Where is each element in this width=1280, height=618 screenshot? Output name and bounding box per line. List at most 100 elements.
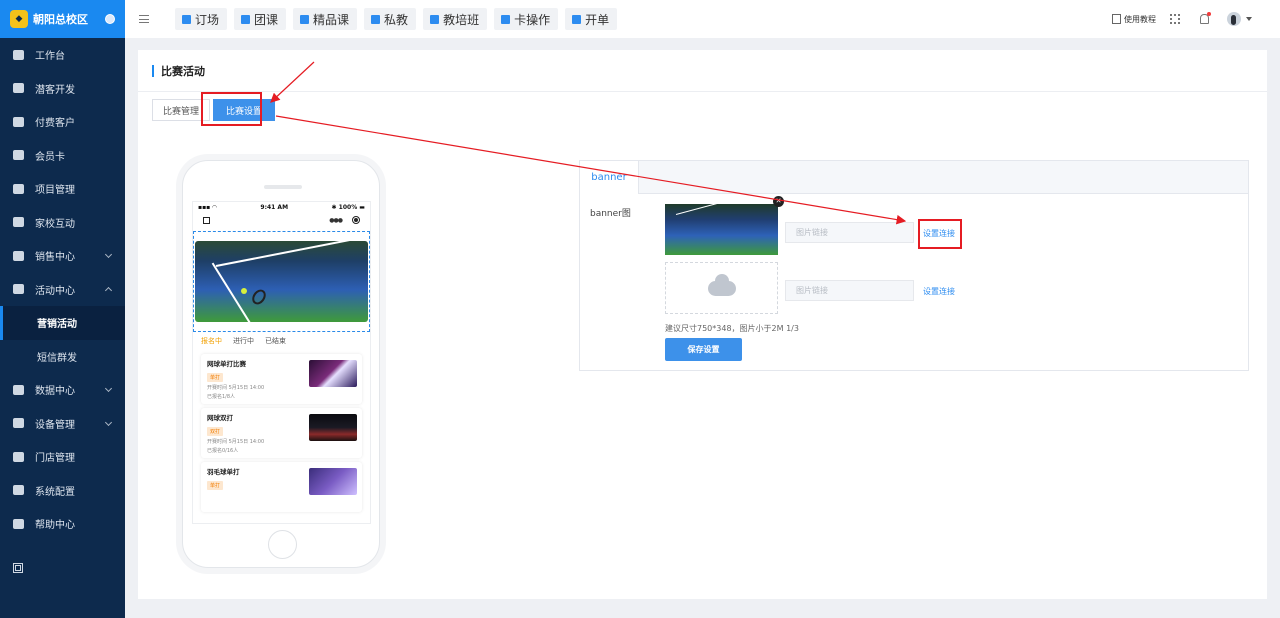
- chevron-down-icon: [104, 250, 113, 259]
- brand-header[interactable]: ◆ 朝阳总校区: [0, 0, 125, 38]
- id-card-icon: [13, 83, 24, 94]
- panel-header: 比赛活动: [138, 50, 1267, 92]
- quick-tab-label: 精品课: [313, 12, 350, 27]
- form-tabs: banner: [580, 161, 1248, 194]
- top-right-tools: 使用教程: [1112, 0, 1280, 38]
- title-accent-bar: [152, 64, 154, 77]
- home-icon[interactable]: [203, 216, 210, 224]
- top-bar: 订场 团课 精品课 私教 教培班 卡操作 开单 使用教程: [125, 0, 1280, 38]
- quick-tab-premium-class[interactable]: 精品课: [293, 8, 358, 30]
- avatar[interactable]: [1227, 12, 1241, 26]
- card-icon: [13, 150, 24, 161]
- status-time: 9:41 AM: [260, 203, 289, 211]
- size-hint: 建议尺寸750*348，图片小于2M 1/3: [665, 324, 799, 333]
- phone-speaker: [264, 185, 302, 189]
- banner-thumbnail[interactable]: [665, 204, 778, 255]
- sidebar-item-label: 数据中心: [35, 386, 75, 398]
- tag-icon: [13, 250, 24, 261]
- columns-icon: [13, 418, 24, 429]
- sidebar-item-leads[interactable]: 潜客开发: [0, 72, 125, 106]
- set-link-button-2[interactable]: 设置连接: [923, 286, 955, 297]
- sidebar-item-label: 门店管理: [35, 453, 75, 465]
- sidebar: ◆ 朝阳总校区 工作台 潜客开发 付费客户 会员卡 项目管理 家校互动 销售中心…: [0, 0, 125, 618]
- sidebar-item-label: 帮助中心: [35, 520, 75, 532]
- cloud-upload-icon: [707, 273, 736, 296]
- sidebar-item-label: 营销活动: [37, 319, 77, 331]
- highlight-box-set-link: [918, 219, 962, 249]
- brand-logo-icon: ◆: [10, 10, 28, 28]
- sidebar-item-label: 项目管理: [35, 185, 75, 197]
- user-icon: [371, 14, 381, 24]
- sidebar-item-label: 工作台: [35, 51, 65, 63]
- sidebar-item-data-center[interactable]: 数据中心: [0, 373, 125, 407]
- tab-ongoing[interactable]: 进行中: [233, 336, 254, 346]
- tab-finished[interactable]: 已结束: [265, 336, 286, 346]
- sidebar-item-devices[interactable]: 设备管理: [0, 407, 125, 441]
- card-ops-icon: [501, 14, 511, 24]
- list-item[interactable]: 网球双打 双打 开赛时间 5月15日 14:00 已报名0/16人: [201, 408, 362, 458]
- banner-settings-form: banner banner图 ✕ 图片链接 设置连接 图片链接 设置连接 建议尺…: [579, 160, 1249, 371]
- apps-grid-icon[interactable]: [13, 563, 23, 573]
- tab-banner[interactable]: banner: [580, 161, 639, 194]
- quick-tab-label: 卡操作: [514, 12, 551, 27]
- sidebar-item-stores[interactable]: 门店管理: [0, 440, 125, 474]
- sidebar-item-marketing-activities[interactable]: 营销活动: [0, 306, 125, 340]
- quick-tab-group-class[interactable]: 团课: [234, 8, 287, 30]
- quick-tab-label: 私教: [384, 12, 409, 27]
- phone-preview: ▪▪▪ ◠ 9:41 AM ✱ 100% ▬ ●●● 报名中 进行中 已结束 网…: [182, 160, 380, 568]
- sidebar-item-settings[interactable]: 系统配置: [0, 474, 125, 508]
- sidebar-item-home-school[interactable]: 家校互动: [0, 206, 125, 240]
- globe-icon[interactable]: [105, 14, 115, 24]
- battery-status: ✱ 100% ▬: [331, 203, 365, 211]
- tab-registering[interactable]: 报名中: [201, 336, 222, 346]
- sidebar-item-activity-center[interactable]: 活动中心: [0, 273, 125, 307]
- image-link-input-1[interactable]: 图片链接: [785, 222, 914, 243]
- quick-tab-label: 订场: [195, 12, 220, 27]
- qr-code-icon[interactable]: [1170, 14, 1180, 24]
- phone-app-bar: ●●●: [193, 212, 370, 228]
- sidebar-item-help[interactable]: 帮助中心: [0, 507, 125, 541]
- sidebar-item-sms[interactable]: 短信群发: [0, 340, 125, 374]
- document-icon: [1112, 14, 1121, 24]
- racket-icon: [249, 287, 269, 307]
- upload-area[interactable]: [665, 262, 778, 314]
- caret-down-icon[interactable]: [1246, 17, 1252, 21]
- square-icon: [300, 14, 310, 24]
- monitor-icon: [430, 14, 440, 24]
- help-icon: [13, 518, 24, 529]
- quick-tab-private-coach[interactable]: 私教: [364, 8, 417, 30]
- guide-link[interactable]: 使用教程: [1112, 14, 1156, 25]
- sidebar-item-label: 潜客开发: [35, 84, 75, 96]
- sidebar-item-sales[interactable]: 销售中心: [0, 239, 125, 273]
- sidebar-item-label: 家校互动: [35, 218, 75, 230]
- sidebar-item-label: 系统配置: [35, 486, 75, 498]
- sidebar-item-label: 销售中心: [35, 252, 75, 264]
- booking-icon: [182, 14, 191, 24]
- menu-toggle-icon[interactable]: [139, 15, 149, 23]
- event-count: 已报名0/16人: [207, 448, 239, 454]
- quick-tab-booking[interactable]: 订场: [175, 8, 228, 30]
- quick-tab-card-ops[interactable]: 卡操作: [494, 8, 559, 30]
- sidebar-item-paid-customers[interactable]: 付费客户: [0, 105, 125, 139]
- sidebar-item-label: 短信群发: [37, 352, 77, 364]
- quick-tab-training-class[interactable]: 教培班: [423, 8, 488, 30]
- phone-list-tabs: 报名中 进行中 已结束: [193, 332, 370, 350]
- quick-tab-label: 开单: [585, 12, 610, 27]
- sidebar-item-membership-card[interactable]: 会员卡: [0, 139, 125, 173]
- event-thumbnail: [309, 414, 357, 441]
- record-icon[interactable]: [352, 216, 360, 224]
- bell-icon[interactable]: [1200, 12, 1211, 24]
- image-link-input-2[interactable]: 图片链接: [785, 280, 914, 301]
- list-item[interactable]: 羽毛球单打 单打: [201, 462, 362, 512]
- store-icon: [13, 451, 24, 462]
- delete-image-icon[interactable]: ✕: [773, 196, 784, 207]
- sidebar-item-projects[interactable]: 项目管理: [0, 172, 125, 206]
- quick-tab-new-order[interactable]: 开单: [565, 8, 618, 30]
- sidebar-item-workbench[interactable]: 工作台: [0, 38, 125, 72]
- save-button[interactable]: 保存设置: [665, 338, 742, 361]
- pie-chart-icon: [13, 384, 24, 395]
- phone-screen: ▪▪▪ ◠ 9:41 AM ✱ 100% ▬ ●●● 报名中 进行中 已结束 网…: [192, 201, 371, 524]
- list-item[interactable]: 网球单打比赛 单打 开赛时间 5月15日 14:00 已报名1/8人: [201, 354, 362, 404]
- chevron-down-icon: [104, 384, 113, 393]
- more-dots-icon[interactable]: ●●●: [329, 217, 343, 224]
